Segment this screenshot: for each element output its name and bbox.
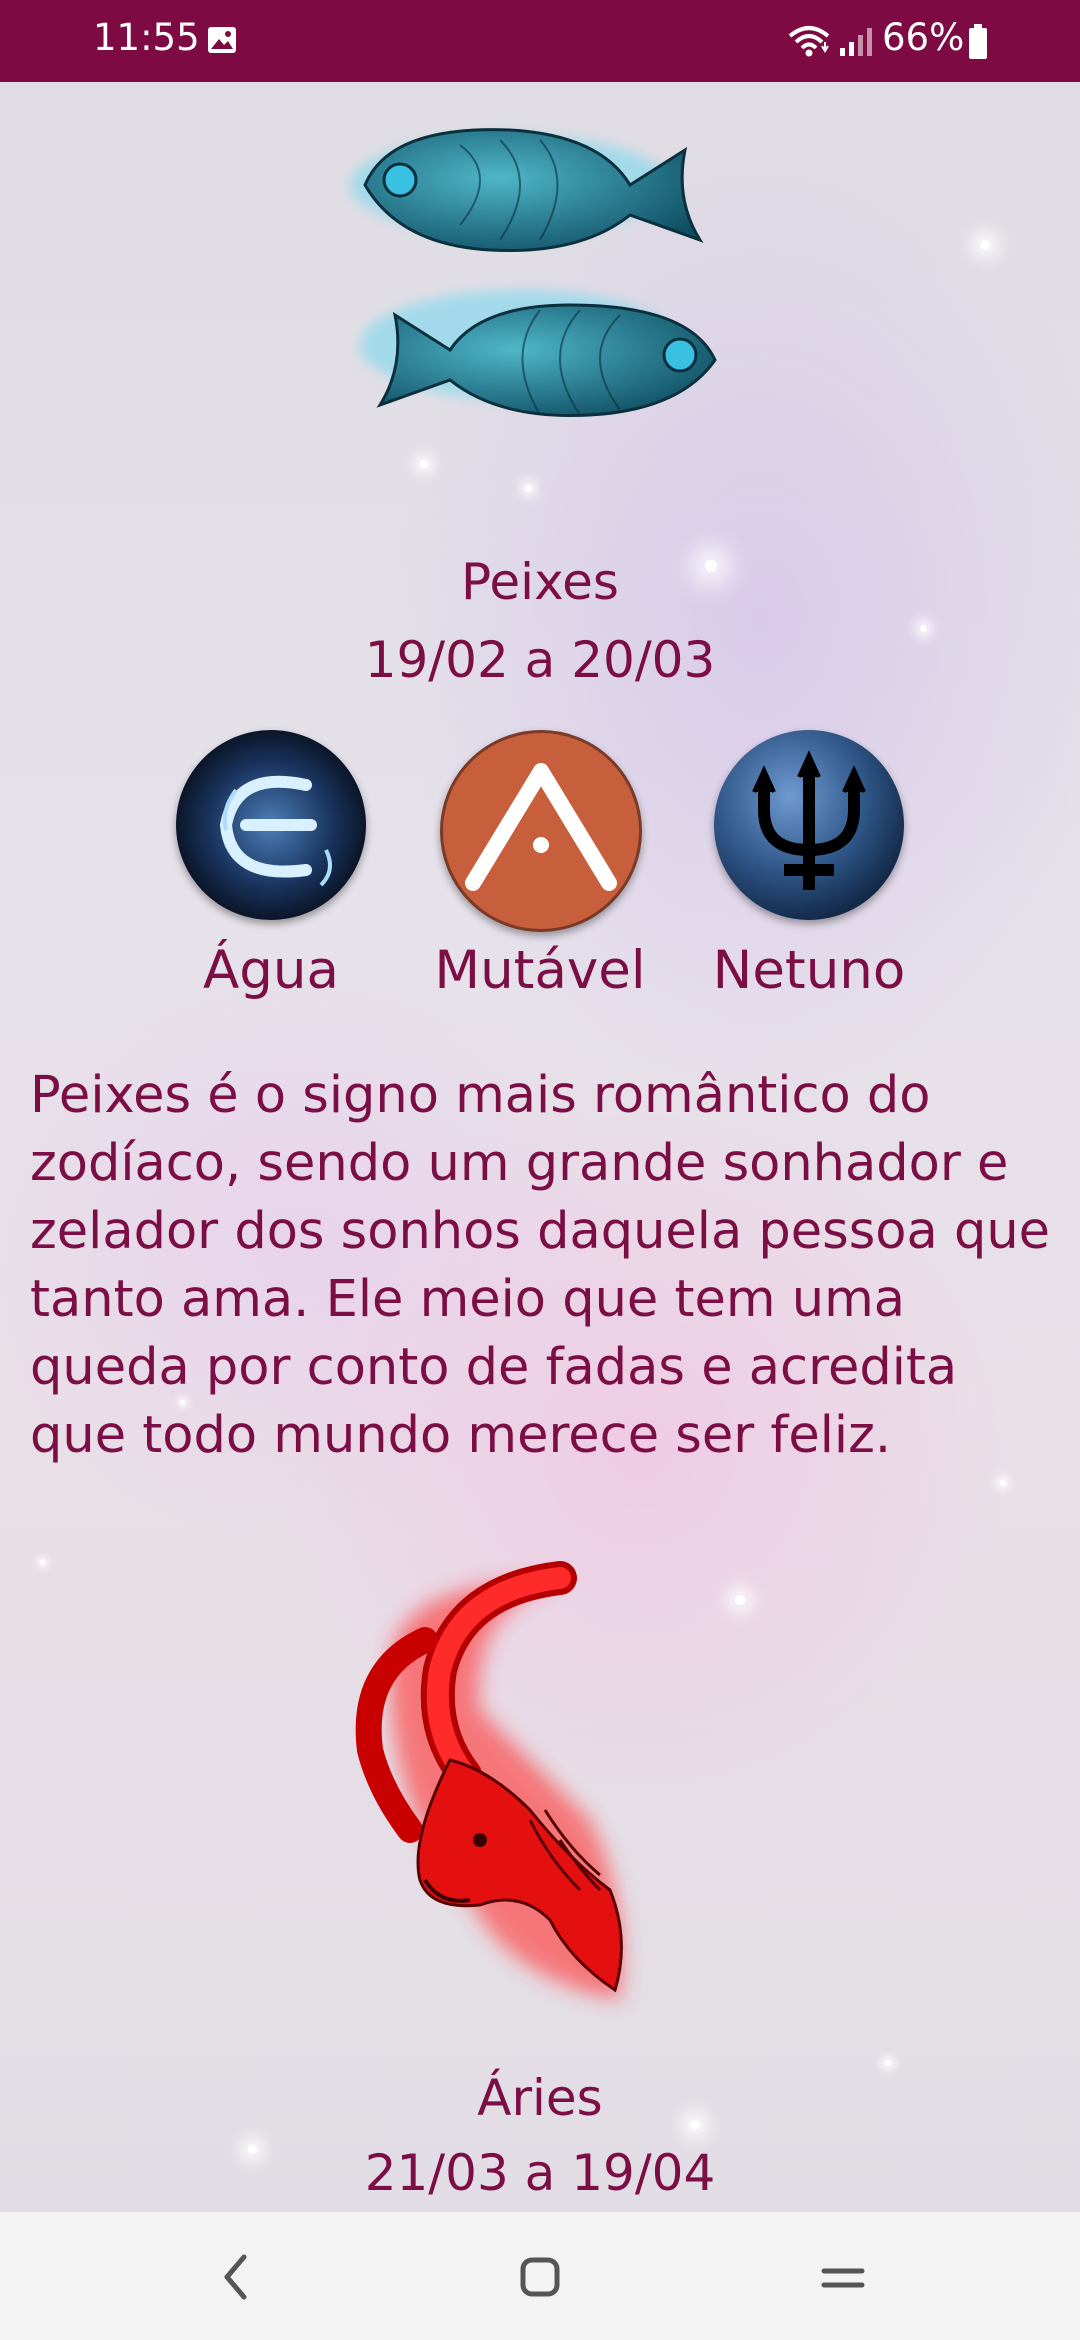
trait-element-label: Água [203,940,339,1001]
trait-modality-label: Mutável [434,940,646,1001]
status-bar: 11:55 66% [0,0,1080,82]
gallery-icon [208,27,236,53]
sign-name: Áries [477,2069,603,2127]
sign-name: Peixes [461,553,619,611]
sign-dates: 21/03 a 19/04 [364,2144,716,2202]
pisces-fish-icon [350,128,717,418]
aries-ram-icon [355,1561,623,2000]
mutable-modality-icon [440,730,642,932]
battery-percentage: 66% [882,16,965,59]
navigation-bar [0,2212,1080,2340]
sign-dates: 19/02 a 20/03 [364,631,716,689]
trait-planet-label: Netuno [712,940,906,1001]
trait-planet: Netuno [709,730,909,1001]
trait-element: Água [171,730,371,1001]
battery-icon [969,24,987,59]
home-icon[interactable] [505,2242,575,2312]
wifi-icon [788,26,830,57]
trait-modality: Mutável [434,730,646,1001]
neptune-planet-icon [714,730,904,920]
recents-icon[interactable] [808,2242,878,2312]
sign-description: Peixes é o signo mais romântico do zodía… [30,1066,1051,1465]
signal-icon [840,28,872,56]
water-element-icon [176,730,366,920]
back-icon[interactable] [202,2242,272,2312]
status-time: 11:55 [93,16,200,59]
